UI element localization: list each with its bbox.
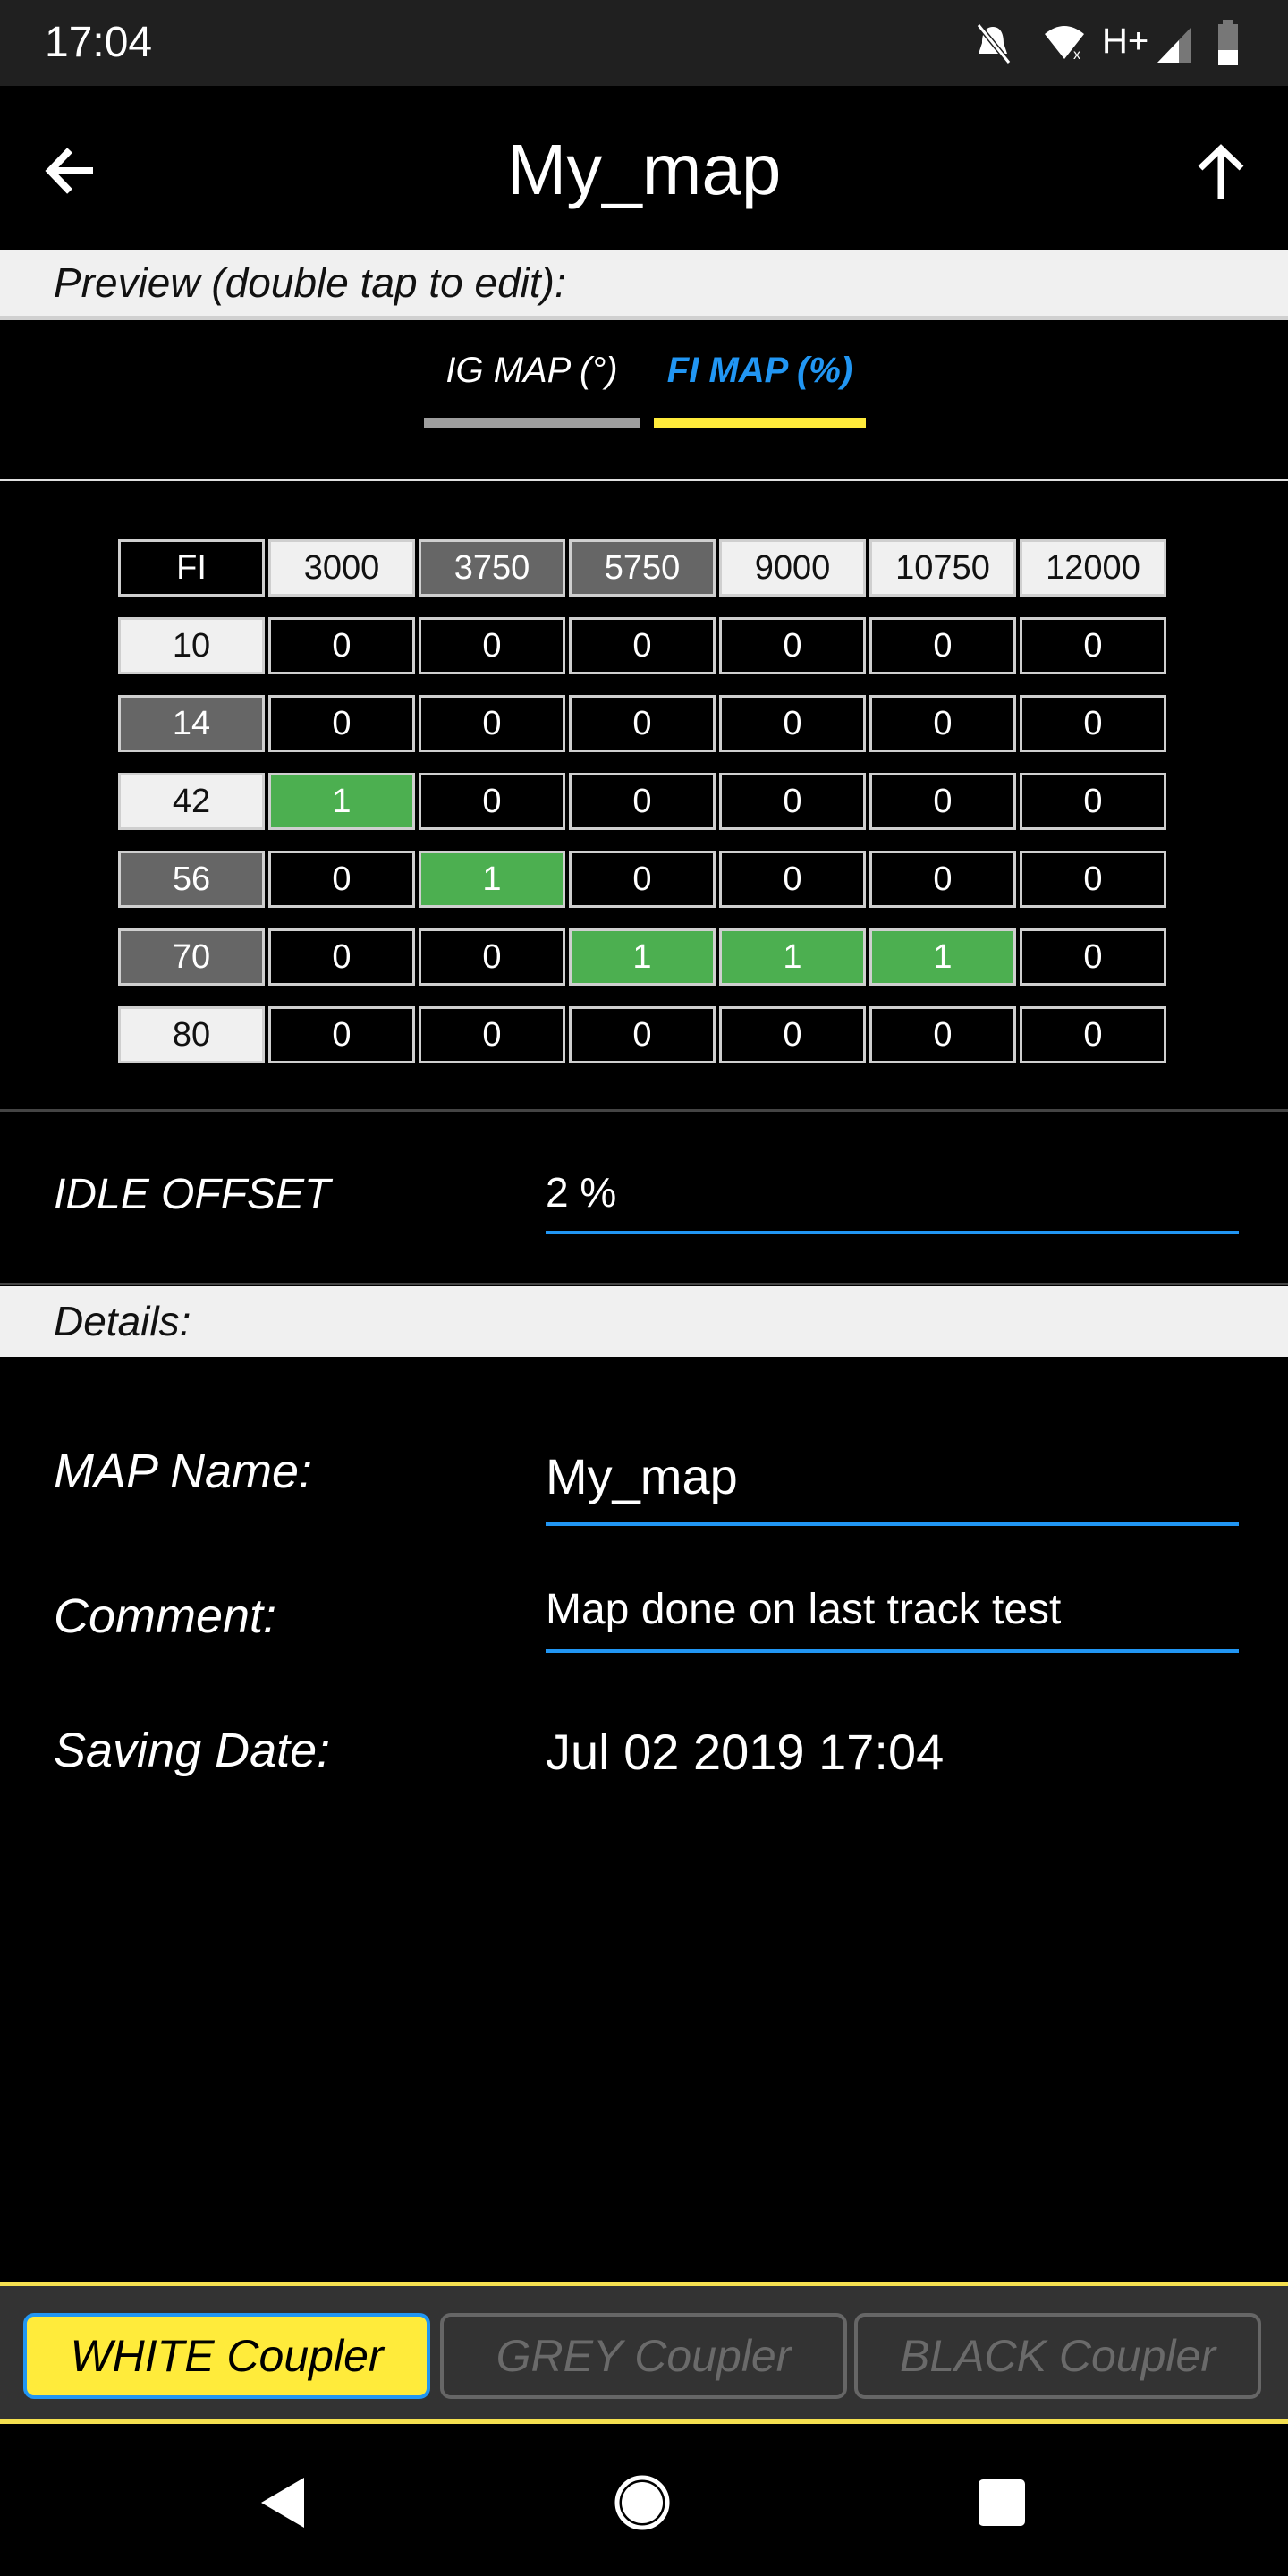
table-cell[interactable]: 0 (569, 773, 716, 830)
table-corner: FI (118, 539, 265, 597)
table-cell[interactable]: 0 (268, 695, 415, 752)
table-cell[interactable]: 0 (569, 617, 716, 674)
table-cell[interactable]: 1 (268, 773, 415, 830)
signal-icon (1157, 27, 1191, 63)
status-bar: 17:04 x H+ (0, 0, 1288, 86)
table-cell[interactable]: 0 (1020, 773, 1166, 830)
column-header: 9000 (719, 539, 866, 597)
comment-input[interactable]: Map done on last track test (546, 1585, 1239, 1653)
table-cell[interactable]: 1 (569, 928, 716, 986)
svg-text:x: x (1073, 47, 1080, 61)
map-name-input[interactable]: My_map (546, 1447, 1239, 1526)
white-coupler-button[interactable]: WHITE Coupler (23, 2313, 430, 2399)
table-cell[interactable]: 0 (1020, 928, 1166, 986)
table-cell[interactable]: 1 (419, 851, 565, 908)
nav-home-icon[interactable] (614, 2474, 671, 2531)
clock: 17:04 (45, 19, 153, 66)
table-cell[interactable]: 0 (869, 773, 1016, 830)
table-cell[interactable]: 0 (1020, 617, 1166, 674)
table-cell[interactable]: 0 (1020, 851, 1166, 908)
comment-label: Comment: (54, 1589, 277, 1643)
nav-recents-icon[interactable] (977, 2478, 1027, 2528)
toolbar: My_map (0, 86, 1288, 250)
table-cell[interactable]: 0 (719, 617, 866, 674)
tab-fi-map-indicator (654, 418, 866, 428)
table-cell[interactable]: 0 (869, 695, 1016, 752)
coupler-selector: WHITE Coupler GREY Coupler BLACK Coupler (0, 2282, 1288, 2424)
table-cell[interactable]: 1 (719, 928, 866, 986)
table-cell[interactable]: 0 (869, 617, 1016, 674)
idle-offset-input[interactable]: 2 % (546, 1168, 1239, 1234)
network-type: H+ (1102, 21, 1149, 61)
column-header: 3750 (419, 539, 565, 597)
table-cell[interactable]: 0 (419, 617, 565, 674)
table-cell[interactable]: 0 (419, 695, 565, 752)
navigation-bar (0, 2424, 1288, 2576)
table-cell[interactable]: 0 (268, 928, 415, 986)
table-cell[interactable]: 0 (1020, 1006, 1166, 1063)
row-header: 80 (118, 1006, 265, 1063)
saving-date-label: Saving Date: (54, 1724, 331, 1777)
arrow-up-icon[interactable] (1190, 140, 1252, 202)
grey-coupler-button[interactable]: GREY Coupler (440, 2313, 847, 2399)
row-header: 42 (118, 773, 265, 830)
black-coupler-button[interactable]: BLACK Coupler (854, 2313, 1261, 2399)
preview-header: Preview (double tap to edit): (0, 250, 1288, 320)
idle-offset-label: IDLE OFFSET (54, 1171, 331, 1218)
wifi-x-icon: x (1045, 26, 1084, 61)
nav-back-icon[interactable] (259, 2476, 306, 2529)
fi-map-table[interactable]: FI 3000 3750 5750 9000 10750 12000 10 0 0 0 0 0 0 14 0 0… (118, 539, 1174, 1076)
row-header: 14 (118, 695, 265, 752)
table-cell[interactable]: 0 (268, 851, 415, 908)
table-cell[interactable]: 0 (419, 928, 565, 986)
saving-date-value: Jul 02 2019 17:04 (546, 1724, 945, 1780)
tab-fi-map[interactable]: FI MAP (%) (654, 351, 866, 391)
divider (0, 479, 1288, 481)
page-title: My_map (506, 130, 782, 209)
row-header: 10 (118, 617, 265, 674)
table-cell[interactable]: 0 (869, 1006, 1016, 1063)
table-cell[interactable]: 0 (268, 617, 415, 674)
table-cell[interactable]: 1 (869, 928, 1016, 986)
table-cell[interactable]: 0 (719, 1006, 866, 1063)
table-cell[interactable]: 0 (719, 773, 866, 830)
table-cell[interactable]: 0 (569, 695, 716, 752)
divider (0, 1283, 1288, 1285)
table-cell[interactable]: 0 (1020, 695, 1166, 752)
divider (0, 1109, 1288, 1112)
table-cell[interactable]: 0 (569, 1006, 716, 1063)
table-cell[interactable]: 0 (719, 695, 866, 752)
bell-off-icon (976, 23, 1011, 64)
battery-icon (1218, 20, 1238, 65)
column-header: 12000 (1020, 539, 1166, 597)
table-cell[interactable]: 0 (569, 851, 716, 908)
table-cell[interactable]: 0 (719, 851, 866, 908)
table-cell[interactable]: 0 (419, 1006, 565, 1063)
table-cell[interactable]: 0 (419, 773, 565, 830)
table-cell[interactable]: 0 (268, 1006, 415, 1063)
tab-ig-map-indicator (424, 418, 640, 428)
row-header: 56 (118, 851, 265, 908)
column-header: 10750 (869, 539, 1016, 597)
map-name-label: MAP Name: (54, 1445, 313, 1498)
column-header: 5750 (569, 539, 716, 597)
row-header: 70 (118, 928, 265, 986)
tab-ig-map[interactable]: IG MAP (°) (424, 351, 640, 391)
column-header: 3000 (268, 539, 415, 597)
details-header: Details: (0, 1286, 1288, 1357)
table-cell[interactable]: 0 (869, 851, 1016, 908)
